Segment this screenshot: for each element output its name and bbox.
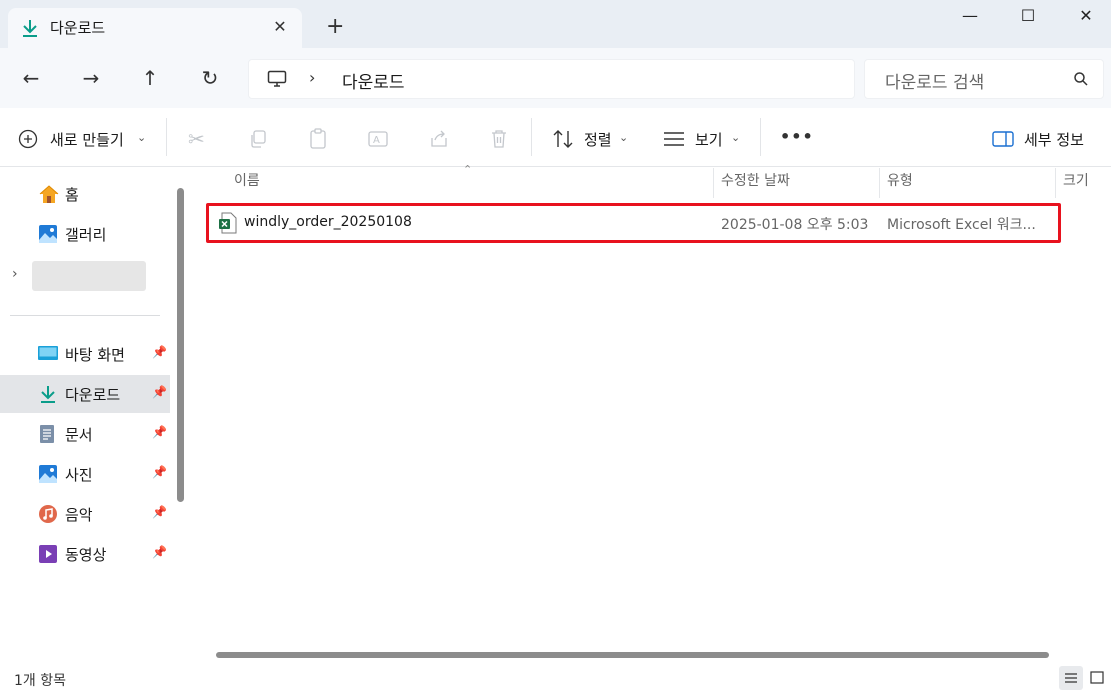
details-view-toggle[interactable] xyxy=(1059,666,1083,690)
this-pc-icon xyxy=(267,70,287,92)
sidebar-item-label: 음악 xyxy=(65,506,93,524)
pin-icon: 📌 xyxy=(152,425,167,439)
copy-icon[interactable] xyxy=(248,129,268,153)
back-button[interactable]: ← xyxy=(15,64,47,92)
address-bar[interactable]: › 다운로드 xyxy=(248,59,855,99)
sidebar-item-downloads[interactable]: 다운로드 📌 xyxy=(0,375,170,413)
sidebar-item-label: 문서 xyxy=(65,426,93,444)
document-icon xyxy=(38,424,58,444)
sidebar-item-label: 갤러리 xyxy=(65,226,107,244)
view-button[interactable]: 보기 xyxy=(695,129,723,150)
horizontal-scrollbar[interactable] xyxy=(216,652,1049,658)
forward-button[interactable]: → xyxy=(75,64,107,92)
pin-icon: 📌 xyxy=(152,385,167,399)
highlight-box xyxy=(206,203,1061,243)
sort-icon xyxy=(552,129,574,153)
rename-icon[interactable]: A xyxy=(367,128,389,154)
pin-icon: 📌 xyxy=(152,505,167,519)
details-button[interactable]: 세부 정보 xyxy=(1024,129,1084,150)
new-tab-button[interactable]: + xyxy=(326,16,344,38)
view-icon xyxy=(663,130,685,152)
tab-label: 다운로드 xyxy=(50,19,106,37)
share-icon[interactable] xyxy=(428,128,450,154)
divider xyxy=(760,118,761,156)
chevron-down-icon: ⌄ xyxy=(731,131,741,144)
sidebar-item-redacted[interactable] xyxy=(32,261,146,291)
sidebar-item-gallery[interactable]: 갤러리 xyxy=(0,215,170,253)
sidebar-item-label: 사진 xyxy=(65,466,93,484)
paste-icon[interactable] xyxy=(308,128,328,154)
sidebar-item-desktop[interactable]: 바탕 화면 📌 xyxy=(0,335,170,373)
chevron-down-icon: ⌄ xyxy=(619,131,629,144)
close-tab-icon[interactable]: ✕ xyxy=(270,17,290,36)
delete-icon[interactable] xyxy=(488,128,510,154)
svg-text:A: A xyxy=(373,135,380,146)
divider xyxy=(166,118,167,156)
pin-icon: 📌 xyxy=(152,545,167,559)
column-header-name[interactable]: 이름 xyxy=(234,170,260,198)
sidebar-item-label: 다운로드 xyxy=(65,386,121,404)
sidebar-item-documents[interactable]: 문서 📌 xyxy=(0,415,170,453)
sidebar-item-music[interactable]: 음악 📌 xyxy=(0,495,170,533)
sort-button[interactable]: 정렬 xyxy=(584,129,612,150)
gallery-icon xyxy=(38,224,58,244)
download-icon xyxy=(20,18,40,38)
sidebar-item-label: 바탕 화면 xyxy=(65,346,125,364)
status-bar xyxy=(0,665,1111,693)
search-placeholder: 다운로드 검색 xyxy=(885,73,985,93)
close-window-button[interactable]: ✕ xyxy=(1071,6,1101,30)
breadcrumb-chevron-icon[interactable]: › xyxy=(309,68,315,87)
search-icon[interactable] xyxy=(1073,71,1089,91)
item-count: 1개 항목 xyxy=(14,673,66,689)
refresh-button[interactable]: ↻ xyxy=(194,64,226,92)
pin-icon: 📌 xyxy=(152,465,167,479)
large-icons-view-toggle[interactable] xyxy=(1089,670,1105,690)
minimize-button[interactable]: — xyxy=(955,6,985,30)
sidebar-item-label: 동영상 xyxy=(65,546,107,564)
sidebar-item-pictures[interactable]: 사진 📌 xyxy=(0,455,170,493)
pictures-icon xyxy=(38,464,58,484)
sidebar-item-videos[interactable]: 동영상 📌 xyxy=(0,535,170,573)
breadcrumb-downloads[interactable]: 다운로드 xyxy=(342,68,405,93)
column-header-size[interactable]: 크기 xyxy=(1063,170,1089,198)
divider xyxy=(531,118,532,156)
column-header-modified[interactable]: 수정한 날짜 xyxy=(721,170,790,198)
sidebar-item-home[interactable]: 홈 xyxy=(0,175,170,213)
column-header-type[interactable]: 유형 xyxy=(887,170,913,198)
home-icon xyxy=(38,184,59,204)
column-divider[interactable] xyxy=(879,168,880,198)
sidebar-item-label: 홈 xyxy=(65,186,79,204)
sidebar-divider xyxy=(10,315,160,316)
new-button[interactable]: 새로 만들기 xyxy=(50,129,124,150)
search-box[interactable]: 다운로드 검색 xyxy=(864,59,1104,99)
music-icon xyxy=(38,504,58,524)
column-divider[interactable] xyxy=(713,168,714,198)
more-options-icon[interactable]: ••• xyxy=(780,127,814,146)
desktop-icon xyxy=(38,344,58,364)
pin-icon: 📌 xyxy=(152,345,167,359)
cut-icon[interactable]: ✂ xyxy=(188,127,205,151)
videos-icon xyxy=(38,544,58,564)
column-divider[interactable] xyxy=(1055,168,1056,198)
sidebar-scrollbar[interactable] xyxy=(177,188,184,502)
new-icon xyxy=(18,129,38,153)
tab-downloads[interactable]: 다운로드 ✕ xyxy=(8,8,302,48)
chevron-down-icon: ⌄ xyxy=(137,131,147,144)
download-icon xyxy=(38,384,58,404)
up-button[interactable]: ↑ xyxy=(134,64,166,92)
maximize-button[interactable]: ☐ xyxy=(1013,6,1043,30)
sort-ascending-icon: ⌃ xyxy=(463,163,473,176)
expand-chevron-icon[interactable]: › xyxy=(12,266,18,282)
details-pane-icon xyxy=(992,130,1014,152)
